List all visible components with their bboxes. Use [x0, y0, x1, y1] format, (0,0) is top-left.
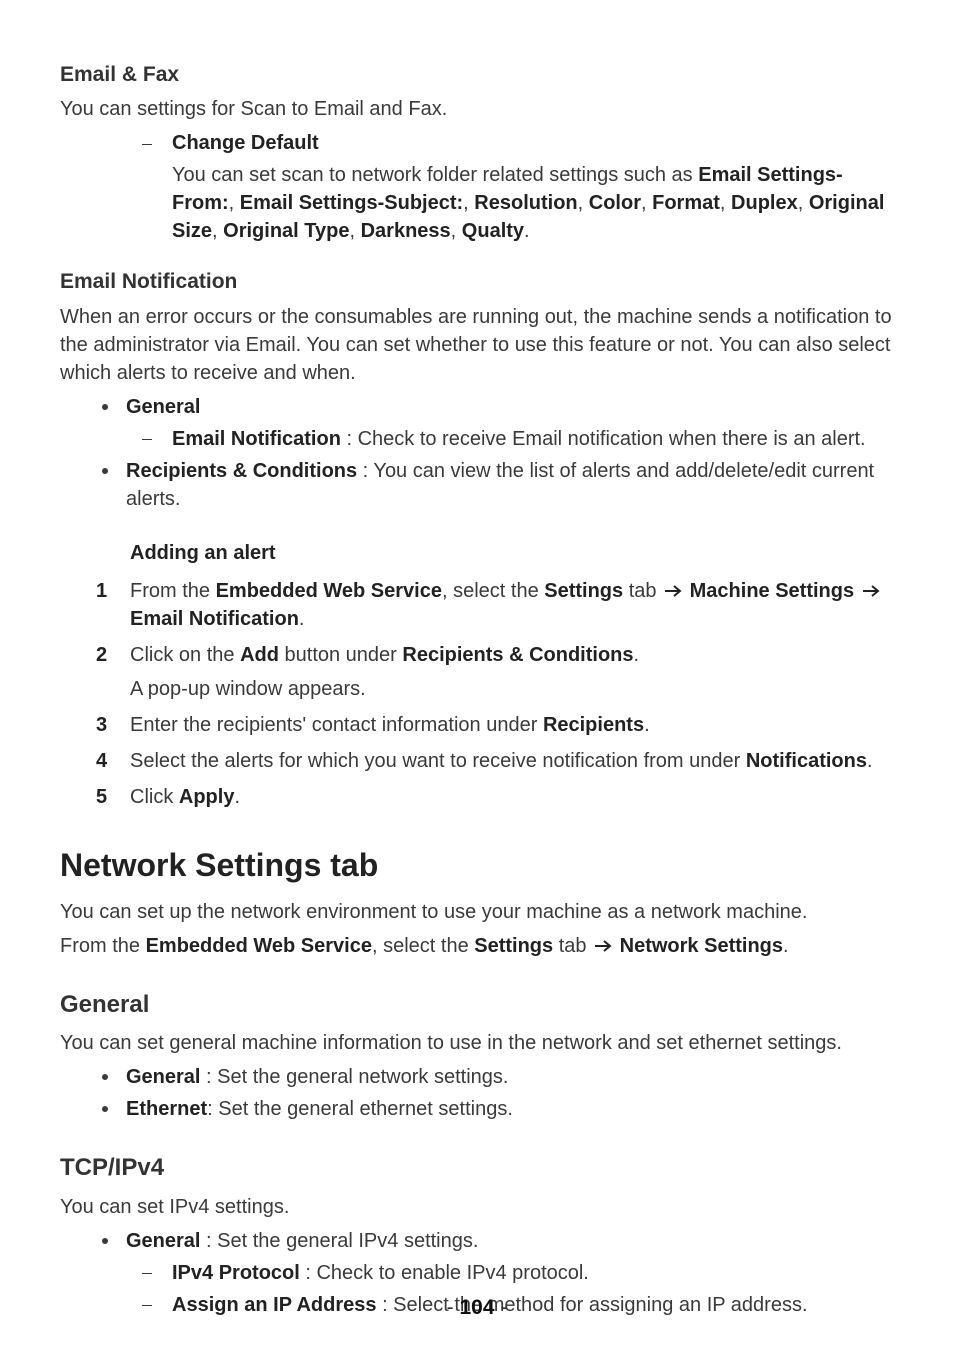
step-3: 3 Enter the recipients' contact informat…: [96, 711, 894, 739]
label-change-default: Change Default: [172, 132, 319, 154]
text-ipv4-general-desc: : Set the general IPv4 settings.: [200, 1230, 478, 1252]
bullet-icon: [102, 1106, 108, 1112]
step-1: 1 From the Embedded Web Service, select …: [96, 577, 894, 633]
paragraph-email-notif-intro: When an error occurs or the consumables …: [60, 303, 894, 387]
text-ipv4-protocol-desc: : Check to enable IPv4 protocol.: [300, 1262, 589, 1284]
paragraph-email-fax-intro: You can settings for Scan to Email and F…: [60, 95, 894, 123]
paragraph-general-intro: You can set general machine information …: [60, 1029, 894, 1057]
bullet-item-general-net: General : Set the general network settin…: [102, 1063, 894, 1091]
bullet-icon: [102, 1074, 108, 1080]
paragraph-network-intro1: You can set up the network environment t…: [60, 898, 894, 926]
label-ipv4-general: General: [126, 1230, 200, 1252]
step-number: 3: [96, 711, 114, 739]
label-general: General: [126, 396, 200, 418]
dash-item-change-default: Change Default: [142, 129, 894, 157]
footer-trail: -: [495, 1296, 508, 1319]
bullet-item-ipv4-general: General : Set the general IPv4 settings.: [102, 1227, 894, 1255]
label-ipv4-protocol: IPv4 Protocol: [172, 1262, 300, 1284]
bullet-item-ethernet: Ethernet: Set the general ethernet setti…: [102, 1095, 894, 1123]
paragraph-network-intro2: From the Embedded Web Service, select th…: [60, 932, 894, 960]
dash-item-email-notification: Email Notification : Check to receive Em…: [142, 425, 894, 453]
paragraph-tcpip-intro: You can set IPv4 settings.: [60, 1193, 894, 1221]
page-footer: - 104 -: [0, 1293, 954, 1322]
dash-icon: [142, 425, 154, 453]
heading-general: General: [60, 988, 894, 1022]
label-general-net: General: [126, 1066, 200, 1088]
bullet-icon: [102, 468, 108, 474]
bullet-icon: [102, 1238, 108, 1244]
text-general-net-desc: : Set the general network settings.: [200, 1066, 508, 1088]
arrow-right-icon: [664, 585, 682, 597]
dash-icon: [142, 1259, 154, 1287]
label-ethernet: Ethernet: [126, 1098, 207, 1120]
label-email-notification: Email Notification: [172, 428, 341, 450]
heading-email-fax: Email & Fax: [60, 60, 894, 89]
heading-adding-alert: Adding an alert: [60, 539, 894, 567]
label-recipients-conditions: Recipients & Conditions: [126, 460, 357, 482]
page-number: 104: [459, 1296, 494, 1319]
step-2-sub: A pop-up window appears.: [130, 675, 894, 703]
footer-dash: -: [447, 1296, 460, 1319]
step-number: 5: [96, 783, 114, 811]
step-5: 5 Click Apply.: [96, 783, 894, 811]
dash-item-ipv4-protocol: IPv4 Protocol : Check to enable IPv4 pro…: [142, 1259, 894, 1287]
step-2: 2 Click on the Add button under Recipien…: [96, 641, 894, 703]
dash-icon: [142, 129, 154, 157]
bullet-item-general: General: [102, 393, 894, 421]
paragraph-change-default-body: You can set scan to network folder relat…: [60, 161, 894, 245]
text-ethernet-desc: : Set the general ethernet settings.: [207, 1098, 513, 1120]
bullet-icon: [102, 404, 108, 410]
step-number: 4: [96, 747, 114, 775]
heading-email-notification: Email Notification: [60, 267, 894, 296]
arrow-right-icon: [862, 585, 880, 597]
text-email-notification-desc: : Check to receive Email notification wh…: [341, 428, 866, 450]
bullet-item-recipients-conditions: Recipients & Conditions : You can view t…: [102, 457, 894, 513]
arrow-right-icon: [594, 940, 612, 952]
step-number: 2: [96, 641, 114, 669]
heading-tcp-ipv4: TCP/IPv4: [60, 1151, 894, 1185]
step-4: 4 Select the alerts for which you want t…: [96, 747, 894, 775]
step-number: 1: [96, 577, 114, 605]
heading-network-settings-tab: Network Settings tab: [60, 843, 894, 888]
